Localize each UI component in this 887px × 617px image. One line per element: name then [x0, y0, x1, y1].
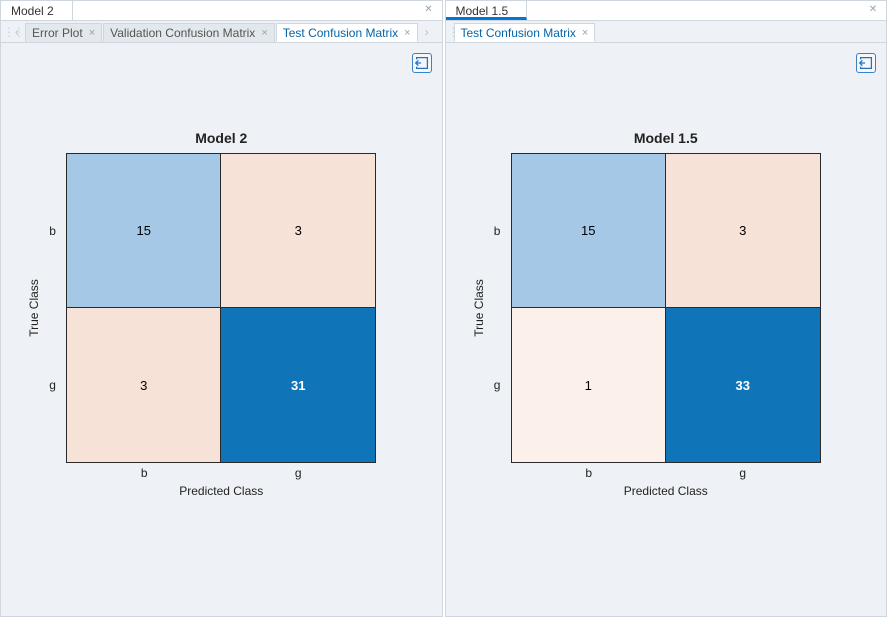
- close-icon[interactable]: ×: [582, 27, 588, 39]
- tab-label: Error Plot: [32, 26, 83, 40]
- ytick-g: g: [49, 378, 56, 392]
- pane-model-2: Model 2 ✕ ⋮⋮ ‹ Error Plot × Validation C…: [0, 0, 443, 617]
- chevron-left-icon[interactable]: ‹: [9, 21, 25, 42]
- tab-label: Test Confusion Matrix: [461, 26, 576, 40]
- close-icon[interactable]: ✕: [422, 3, 436, 17]
- pane-model-1-5: Model 1.5 ✕ ⋮⋮ Test Confusion Matrix × M…: [445, 0, 887, 617]
- restore-view-icon[interactable]: [412, 53, 432, 73]
- cell-g-g: 33: [666, 308, 820, 462]
- y-axis-label: True Class: [472, 279, 486, 337]
- chart-area-right: Model 1.5 True Class Predicted Class b g…: [446, 43, 887, 616]
- cell-value: 15: [137, 223, 151, 238]
- xtick-g: g: [739, 466, 746, 480]
- xtick-b: b: [585, 466, 592, 480]
- close-icon[interactable]: ×: [261, 27, 267, 39]
- close-icon[interactable]: ×: [89, 27, 95, 39]
- y-axis-label: True Class: [27, 279, 41, 337]
- x-axis-label: Predicted Class: [67, 484, 375, 498]
- tab-test-cm[interactable]: Test Confusion Matrix ×: [454, 23, 596, 42]
- cell-value: 33: [736, 378, 750, 393]
- cell-b-b: 15: [67, 154, 221, 308]
- ytick-b: b: [494, 224, 501, 238]
- cell-g-g: 31: [221, 308, 375, 462]
- cell-value: 3: [295, 223, 302, 238]
- cell-value: 3: [140, 378, 147, 393]
- chevron-right-icon[interactable]: ›: [419, 21, 435, 42]
- confusion-matrix: Model 1.5 True Class Predicted Class b g…: [511, 153, 821, 463]
- subtabbar-left: ⋮⋮ ‹ Error Plot × Validation Confusion M…: [1, 21, 442, 43]
- confusion-matrix: Model 2 True Class Predicted Class b g b…: [66, 153, 376, 463]
- tab-test-cm[interactable]: Test Confusion Matrix ×: [276, 23, 418, 42]
- chart-title: Model 2: [67, 130, 375, 146]
- xtick-g: g: [295, 466, 302, 480]
- topbar-left: Model 2 ✕: [1, 1, 442, 21]
- x-axis-label: Predicted Class: [512, 484, 820, 498]
- cell-value: 15: [581, 223, 595, 238]
- model-tab-1-5[interactable]: Model 1.5: [446, 1, 528, 20]
- tab-validation-cm[interactable]: Validation Confusion Matrix ×: [103, 23, 275, 42]
- subtabbar-right: ⋮⋮ Test Confusion Matrix ×: [446, 21, 887, 43]
- model-tab-2[interactable]: Model 2: [1, 1, 73, 20]
- tab-error-plot[interactable]: Error Plot ×: [25, 23, 102, 42]
- cell-g-b: 1: [512, 308, 666, 462]
- cell-g-b: 3: [67, 308, 221, 462]
- ytick-g: g: [494, 378, 501, 392]
- cell-b-b: 15: [512, 154, 666, 308]
- cell-value: 1: [585, 378, 592, 393]
- cell-value: 31: [291, 378, 305, 393]
- cell-value: 3: [739, 223, 746, 238]
- xtick-b: b: [141, 466, 148, 480]
- chart-title: Model 1.5: [512, 130, 820, 146]
- close-icon[interactable]: ✕: [866, 3, 880, 17]
- chart-area-left: Model 2 True Class Predicted Class b g b…: [1, 43, 442, 616]
- ytick-b: b: [49, 224, 56, 238]
- cell-b-g: 3: [221, 154, 375, 308]
- close-icon[interactable]: ×: [404, 27, 410, 39]
- topbar-right: Model 1.5 ✕: [446, 1, 887, 21]
- tab-label: Validation Confusion Matrix: [110, 26, 255, 40]
- tab-label: Test Confusion Matrix: [283, 26, 398, 40]
- restore-view-icon[interactable]: [856, 53, 876, 73]
- cell-b-g: 3: [666, 154, 820, 308]
